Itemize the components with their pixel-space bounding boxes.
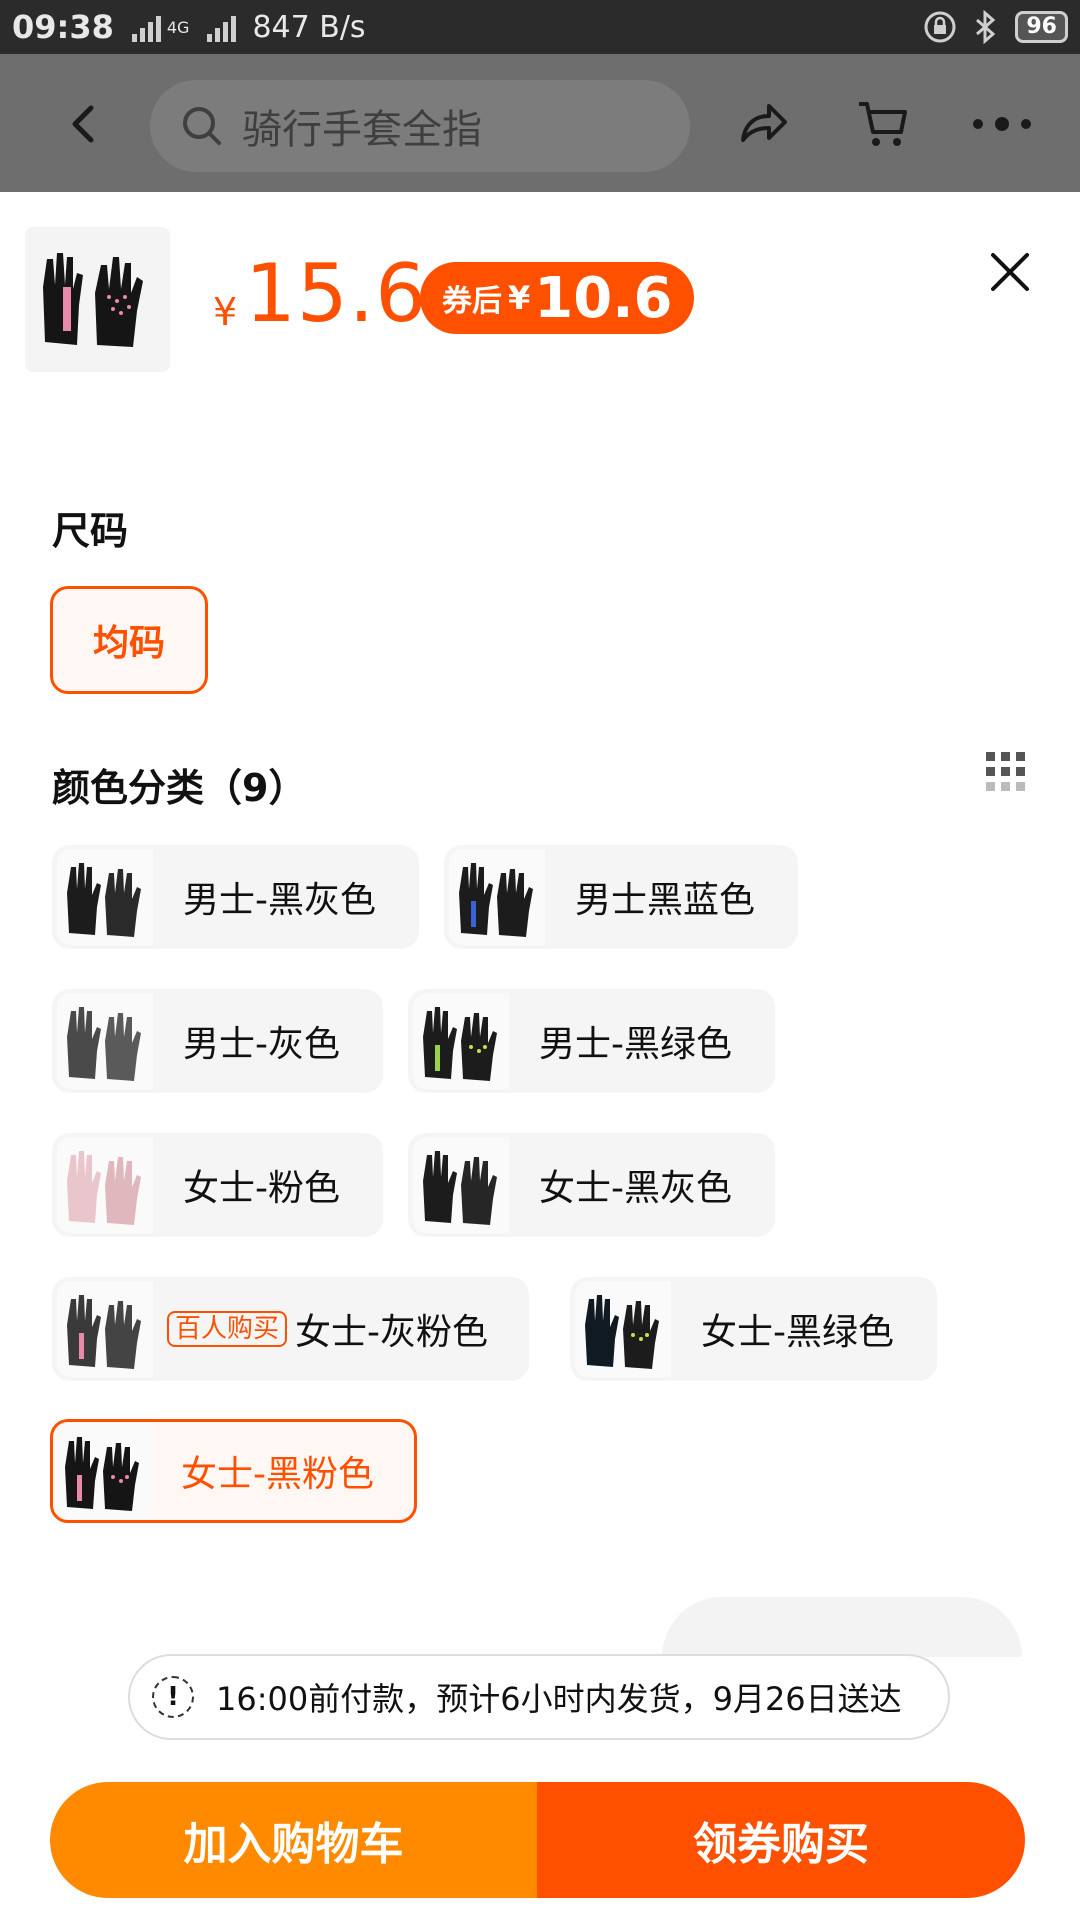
ghost-button-edge [662,1597,1022,1657]
action-bar: 加入购物车 领券购买 [50,1782,1025,1898]
network-type: 4G [166,17,190,37]
share-icon[interactable] [735,96,791,152]
color-option-men-black-blue[interactable]: 男士黑蓝色 [444,845,799,949]
status-bar: 09:38 4G 847 B/s 96 [0,0,1080,54]
grid-view-icon[interactable] [984,750,1028,794]
coupon-symbol: ¥ [508,279,531,317]
status-time: 09:38 [12,8,114,46]
lock-rotation-icon [924,11,956,43]
search-input[interactable]: 骑行手套全指 [150,80,690,172]
sku-sheet: ¥ 15.6 券后 ¥ 10.6 尺码 均码 颜色分类（9） 男士-黑灰色 男士… [0,192,1080,1920]
glove-image [25,227,170,372]
color-thumbnail [57,993,153,1089]
search-placeholder: 骑行手套全指 [242,107,482,153]
color-option-women-black-green[interactable]: 女士-黑绿色 [570,1277,937,1381]
color-option-women-black-pink[interactable]: 女士-黑粉色 [50,1419,417,1523]
color-thumbnail [57,1281,153,1377]
bluetooth-icon [976,10,996,44]
color-option-label: 女士-灰粉色 [295,1312,489,1353]
color-option-label: 男士-灰色 [183,1024,340,1065]
color-option-label: 男士-黑灰色 [183,880,376,921]
page-header: 骑行手套全指 [0,54,1080,192]
battery-indicator: 96 [1015,11,1068,43]
size-section-title: 尺码 [52,509,129,553]
size-option-one-size[interactable]: 均码 [50,586,208,694]
color-option-label: 女士-黑粉色 [181,1454,374,1495]
color-option-men-black-gray[interactable]: 男士-黑灰色 [52,845,419,949]
color-option-label: 女士-黑灰色 [539,1168,732,1209]
info-icon: ! [152,1676,194,1718]
signal-icon-2 [207,12,237,42]
buy-with-coupon-button[interactable]: 领券购买 [537,1782,1025,1898]
color-thumbnail [575,1281,671,1377]
search-icon [183,107,221,145]
color-option-men-black-green[interactable]: 男士-黑绿色 [408,989,775,1093]
color-option-label: 男士-黑绿色 [539,1024,732,1065]
signal-icon [131,12,161,42]
hot-sale-badge: 百人购买 [167,1311,288,1347]
coupon-price-badge: 券后 ¥ 10.6 [420,262,695,334]
color-thumbnail [55,1423,151,1519]
shipping-notice-text: 16:00前付款，预计6小时内发货，9月26日送达 [216,1680,902,1718]
color-option-women-pink[interactable]: 女士-粉色 [52,1133,383,1237]
cart-icon[interactable] [855,96,911,152]
color-section-title: 颜色分类（9） [52,766,307,810]
product-thumbnail[interactable] [25,227,170,372]
shipping-notice: ! 16:00前付款，预计6小时内发货，9月26日送达 [128,1654,950,1740]
color-option-men-gray[interactable]: 男士-灰色 [52,989,383,1093]
color-thumbnail [413,1137,509,1233]
add-to-cart-button[interactable]: 加入购物车 [50,1782,537,1898]
color-option-women-black-gray[interactable]: 女士-黑灰色 [408,1133,775,1237]
price-symbol: ¥ [213,290,238,334]
coupon-label: 券后 [442,284,502,319]
color-option-label: 女士-黑绿色 [701,1312,894,1353]
color-option-label: 男士黑蓝色 [575,880,756,921]
more-icon[interactable] [970,96,1034,152]
back-icon[interactable] [55,94,115,154]
price-value: 15.6 [245,247,428,340]
color-option-women-gray-pink[interactable]: 百人购买 女士-灰粉色 [52,1277,530,1381]
color-thumbnail [413,993,509,1089]
color-thumbnail [57,849,153,945]
color-thumbnail [57,1137,153,1233]
network-speed: 847 B/s [252,9,366,45]
coupon-price: 10.6 [534,265,673,331]
color-option-label: 女士-粉色 [183,1168,340,1209]
close-icon[interactable] [985,247,1035,297]
color-thumbnail [449,849,545,945]
